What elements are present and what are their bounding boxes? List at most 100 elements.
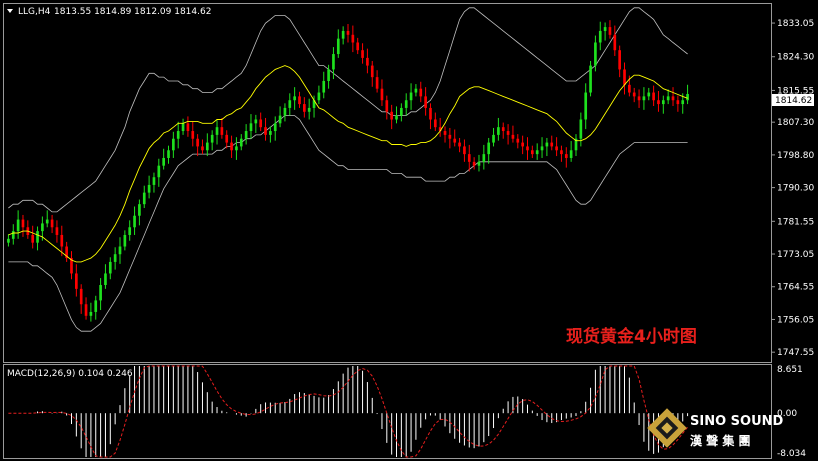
- chart-canvas: LLG,H4 1813.55 1814.89 1812.09 1814.62 1…: [3, 3, 814, 459]
- candle-body: [390, 111, 393, 120]
- price-tick-label: 1747.55: [777, 348, 814, 358]
- candle-body: [303, 104, 306, 112]
- candle-body: [60, 234, 64, 247]
- candle-body: [666, 96, 670, 101]
- candle-body: [196, 138, 199, 147]
- candle-body: [628, 84, 631, 93]
- candle-body: [569, 150, 573, 158]
- candle-body: [676, 100, 680, 105]
- candle-body: [346, 30, 350, 35]
- candle-body: [594, 42, 597, 66]
- symbol-label: LLG,H4: [18, 7, 51, 17]
- candle-body: [511, 134, 515, 139]
- candle-body: [661, 100, 665, 105]
- candle-body: [497, 127, 500, 135]
- price-tick-label: 1764.55: [777, 283, 814, 293]
- current-price-label: 1814.62: [775, 96, 812, 106]
- candle-body: [608, 27, 612, 35]
- candle-body: [142, 192, 146, 205]
- candle-body: [433, 119, 437, 128]
- price-tick-label: 1773.05: [777, 250, 814, 260]
- candle-body: [477, 161, 481, 166]
- candle-body: [642, 96, 646, 101]
- bollinger-bands: [8, 7, 688, 332]
- candle-body: [133, 215, 136, 228]
- candle-body: [283, 107, 287, 116]
- candle-body: [31, 234, 35, 243]
- candle-body: [637, 96, 641, 101]
- candle-body: [327, 69, 330, 81]
- candle-body: [526, 146, 529, 151]
- candle-body: [186, 123, 190, 132]
- candles: [7, 20, 689, 322]
- candle-body: [400, 107, 403, 116]
- candle-body: [225, 134, 229, 143]
- candle-body: [472, 161, 476, 166]
- candle-body: [99, 285, 102, 301]
- candle-body: [463, 146, 466, 155]
- candle-body: [45, 219, 49, 224]
- candle-body: [11, 231, 15, 239]
- candle-body: [560, 150, 563, 155]
- candle-body: [273, 123, 277, 132]
- price-tick-label: 1824.30: [777, 53, 814, 63]
- candle-body: [443, 131, 447, 135]
- candle-body: [579, 119, 583, 139]
- candle-body: [94, 300, 98, 312]
- candle-body: [535, 150, 539, 155]
- brand-chinese: 漢 聲 集 團: [690, 433, 751, 448]
- candle-body: [671, 96, 675, 101]
- main-pane-border: [3, 3, 772, 363]
- candle-body: [516, 138, 520, 143]
- candle-body: [375, 77, 379, 89]
- candle-body: [21, 219, 25, 228]
- candle-body: [356, 42, 360, 51]
- candle-body: [409, 92, 413, 101]
- candle-body: [55, 227, 59, 235]
- candle-body: [623, 69, 626, 85]
- candle-body: [618, 50, 621, 70]
- candle-body: [50, 219, 54, 228]
- candle-body: [686, 94, 689, 101]
- candle-body: [366, 57, 369, 66]
- macd-label: MACD(12,26,9) 0.104 0.246: [7, 369, 133, 379]
- candle-body: [293, 96, 296, 101]
- candle-body: [361, 50, 364, 58]
- candle-body: [550, 142, 554, 147]
- candle-body: [162, 157, 165, 166]
- candle-body: [201, 146, 204, 151]
- candle-body: [589, 65, 592, 93]
- candle-body: [458, 142, 461, 147]
- candle-body: [298, 96, 301, 105]
- candle-body: [79, 288, 83, 305]
- candle-body: [380, 88, 384, 101]
- candle-body: [181, 123, 185, 132]
- candle-body: [264, 127, 267, 135]
- candle-body: [75, 273, 78, 289]
- candle-body: [540, 146, 544, 151]
- candle-body: [210, 134, 214, 143]
- candle-body: [104, 273, 107, 286]
- candle-body: [501, 127, 505, 132]
- candle-body: [419, 88, 423, 97]
- candle-body: [370, 65, 374, 78]
- candle-body: [332, 54, 335, 70]
- candle-body: [404, 100, 408, 108]
- candle-body: [521, 142, 524, 147]
- candle-body: [613, 34, 617, 51]
- lower-band-line: [8, 115, 688, 332]
- candle-body: [492, 134, 495, 143]
- price-tick-label: 1833.05: [777, 19, 814, 29]
- candle-body: [152, 177, 156, 185]
- candle-body: [307, 107, 311, 112]
- candle-body: [545, 142, 549, 147]
- candle-body: [288, 100, 292, 108]
- candle-body: [322, 80, 326, 93]
- candle-body: [220, 127, 224, 135]
- candle-body: [564, 154, 568, 158]
- candle-body: [205, 142, 209, 151]
- ohlc-values: 1813.55 1814.89 1812.09 1814.62: [54, 7, 211, 17]
- candle-body: [351, 34, 355, 43]
- price-axis: 1833.051824.301815.551807.301798.801790.…: [771, 19, 814, 358]
- candle-body: [555, 146, 558, 151]
